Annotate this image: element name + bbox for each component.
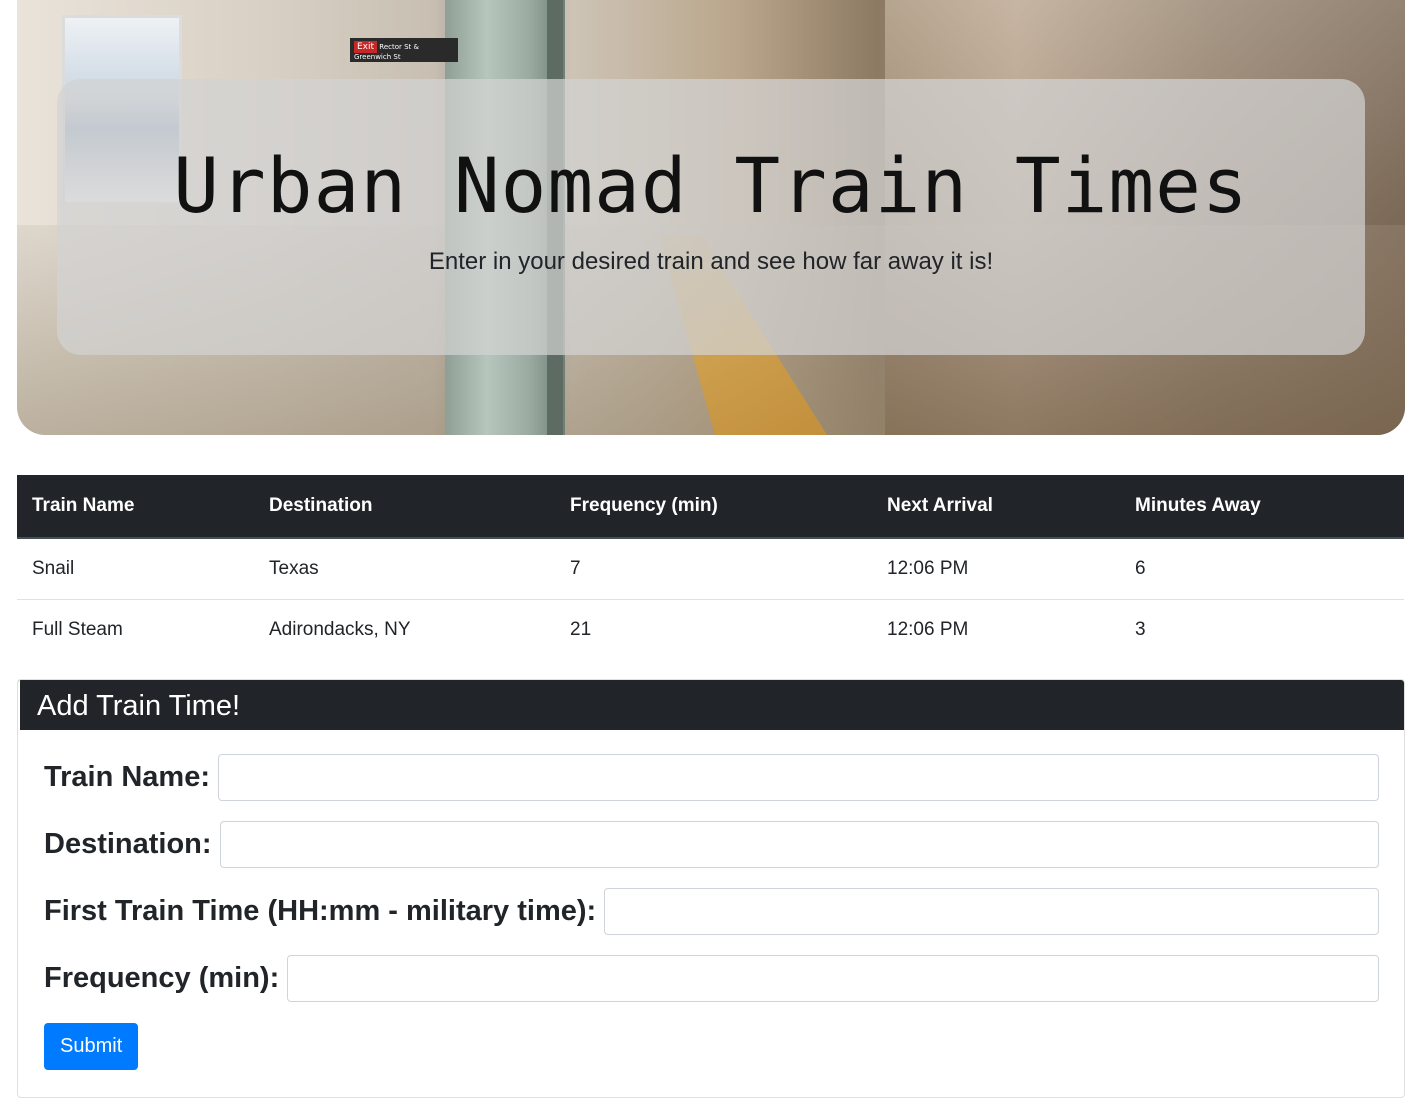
cell-next-arrival: 12:06 PM [872,538,1120,600]
cell-destination: Adirondacks, NY [269,618,411,640]
cell-minutes-away: 3 [1135,618,1146,640]
jumbotron: Urban Nomad Train Times Enter in your de… [57,79,1365,355]
first-train-time-row: First Train Time (HH:mm - military time)… [44,888,1379,935]
exit-sign-label: Exit [354,41,378,53]
column-header-minutes-away: Minutes Away [1120,475,1404,539]
column-header-train-name: Train Name [17,475,254,539]
cell-frequency: 7 [555,538,872,600]
add-train-card: Add Train Time! Train Name: Destination:… [17,679,1405,1098]
first-train-time-input[interactable] [604,888,1379,935]
cell-minutes-away: 6 [1120,538,1404,600]
table-row: Snail Texas 7 12:06 PM 6 [17,538,1404,600]
column-header-frequency: Frequency (min) [555,475,872,539]
frequency-label: Frequency (min): [44,962,280,994]
train-name-input[interactable] [218,754,1379,801]
frequency-row: Frequency (min): [44,955,1379,1002]
submit-button[interactable]: Submit [44,1023,139,1070]
table-row: Full Steam Adirondacks, NY 21 12:06 PM 3 [17,599,1404,660]
exit-sign: Exit Rector St & Greenwich St [350,38,458,62]
column-header-destination: Destination [254,475,555,539]
destination-label: Destination: [44,828,212,860]
first-train-time-label: First Train Time (HH:mm - military time)… [44,895,597,927]
table-header-row: Train Name Destination Frequency (min) N… [17,475,1404,539]
page-subtitle: Enter in your desired train and see how … [428,248,994,275]
cell-next-arrival: 12:06 PM [887,618,969,640]
destination-input[interactable] [219,821,1379,868]
frequency-input[interactable] [287,955,1379,1002]
page-title: Urban Nomad Train Times [57,141,1365,230]
destination-row: Destination: [44,821,1379,868]
train-name-label: Train Name: [44,761,210,793]
hero-banner-image: Exit Rector St & Greenwich St Urban Noma… [17,0,1405,435]
train-schedule-table: Train Name Destination Frequency (min) N… [17,475,1404,660]
cell-destination: Texas [254,538,555,600]
cell-train-name: Snail [17,538,254,600]
cell-train-name: Full Steam [32,618,123,640]
add-train-heading: Add Train Time! [18,680,1404,730]
cell-frequency: 21 [570,618,592,640]
train-name-row: Train Name: [44,754,1379,801]
add-train-form: Train Name: Destination: First Train Tim… [18,730,1404,1070]
column-header-next-arrival: Next Arrival [872,475,1120,539]
